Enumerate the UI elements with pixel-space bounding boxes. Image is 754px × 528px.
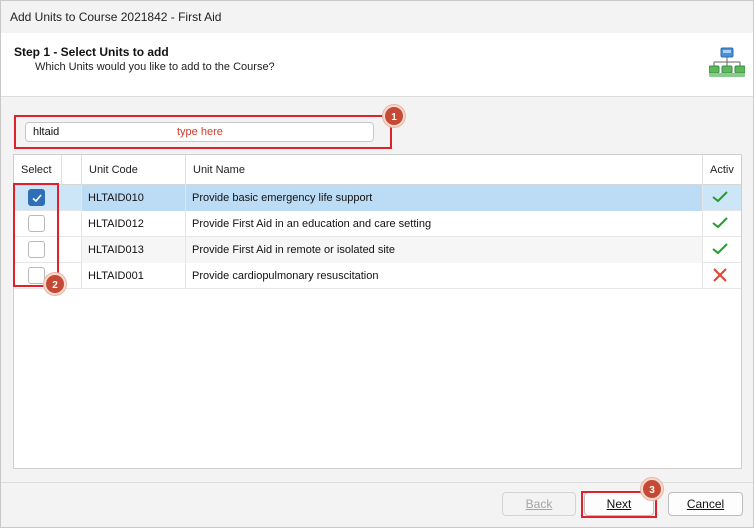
column-header-unit-code[interactable]: Unit Code (82, 155, 186, 185)
back-button-label: Back (525, 497, 553, 511)
grid-header: Select Unit Code Unit Name Activ (14, 155, 741, 185)
inactive-cross-icon (713, 268, 727, 282)
table-row[interactable]: HLTAID001 Provide cardiopulmonary resusc… (14, 263, 741, 289)
active-check-icon (712, 243, 728, 255)
unit-name-cell: Provide First Aid in an education and ca… (186, 211, 703, 237)
row-spacer (62, 237, 82, 263)
unit-name-cell: Provide cardiopulmonary resuscitation (186, 263, 703, 289)
unit-code-cell: HLTAID001 (82, 263, 186, 289)
callout-badge-1: 1 (383, 105, 405, 127)
back-button[interactable]: Back (502, 492, 576, 516)
column-header-unit-name[interactable]: Unit Name (186, 155, 703, 185)
add-units-dialog: Add Units to Course 2021842 - First Aid … (0, 0, 754, 528)
wizard-header: Step 1 - Select Units to add Which Units… (1, 33, 753, 97)
row-spacer (62, 185, 82, 211)
active-check-icon (712, 217, 728, 229)
row-spacer (62, 211, 82, 237)
step-title: Step 1 - Select Units to add (14, 45, 169, 59)
window-title: Add Units to Course 2021842 - First Aid (10, 10, 222, 24)
step-subtitle: Which Units would you like to add to the… (35, 61, 275, 73)
unit-code-cell: HLTAID010 (82, 185, 186, 211)
unit-code-cell: HLTAID013 (82, 237, 186, 263)
column-header-active[interactable]: Activ (703, 155, 741, 185)
unit-name-cell: Provide First Aid in remote or isolated … (186, 237, 703, 263)
table-row[interactable]: HLTAID013 Provide First Aid in remote or… (14, 237, 741, 263)
units-grid: Select Unit Code Unit Name Activ HLTAID0… (13, 154, 742, 469)
callout-badge-3: 3 (641, 478, 663, 500)
callout-badge-2: 2 (44, 273, 66, 295)
active-check-icon (712, 191, 728, 203)
unit-code-cell: HLTAID012 (82, 211, 186, 237)
cancel-button[interactable]: Cancel (668, 492, 743, 516)
column-header-spacer (62, 155, 82, 185)
hierarchy-icon (709, 47, 745, 77)
unit-name-cell: Provide basic emergency life support (186, 185, 703, 211)
select-column-callout-highlight (13, 183, 59, 287)
table-row[interactable]: HLTAID010 Provide basic emergency life s… (14, 185, 741, 211)
cancel-button-label: Cancel (686, 497, 725, 511)
footer-divider (1, 482, 753, 483)
column-header-select[interactable]: Select (14, 155, 62, 185)
title-bar: Add Units to Course 2021842 - First Aid (1, 1, 753, 33)
table-row[interactable]: HLTAID012 Provide First Aid in an educat… (14, 211, 741, 237)
search-hint-annotation: type here (177, 126, 223, 138)
